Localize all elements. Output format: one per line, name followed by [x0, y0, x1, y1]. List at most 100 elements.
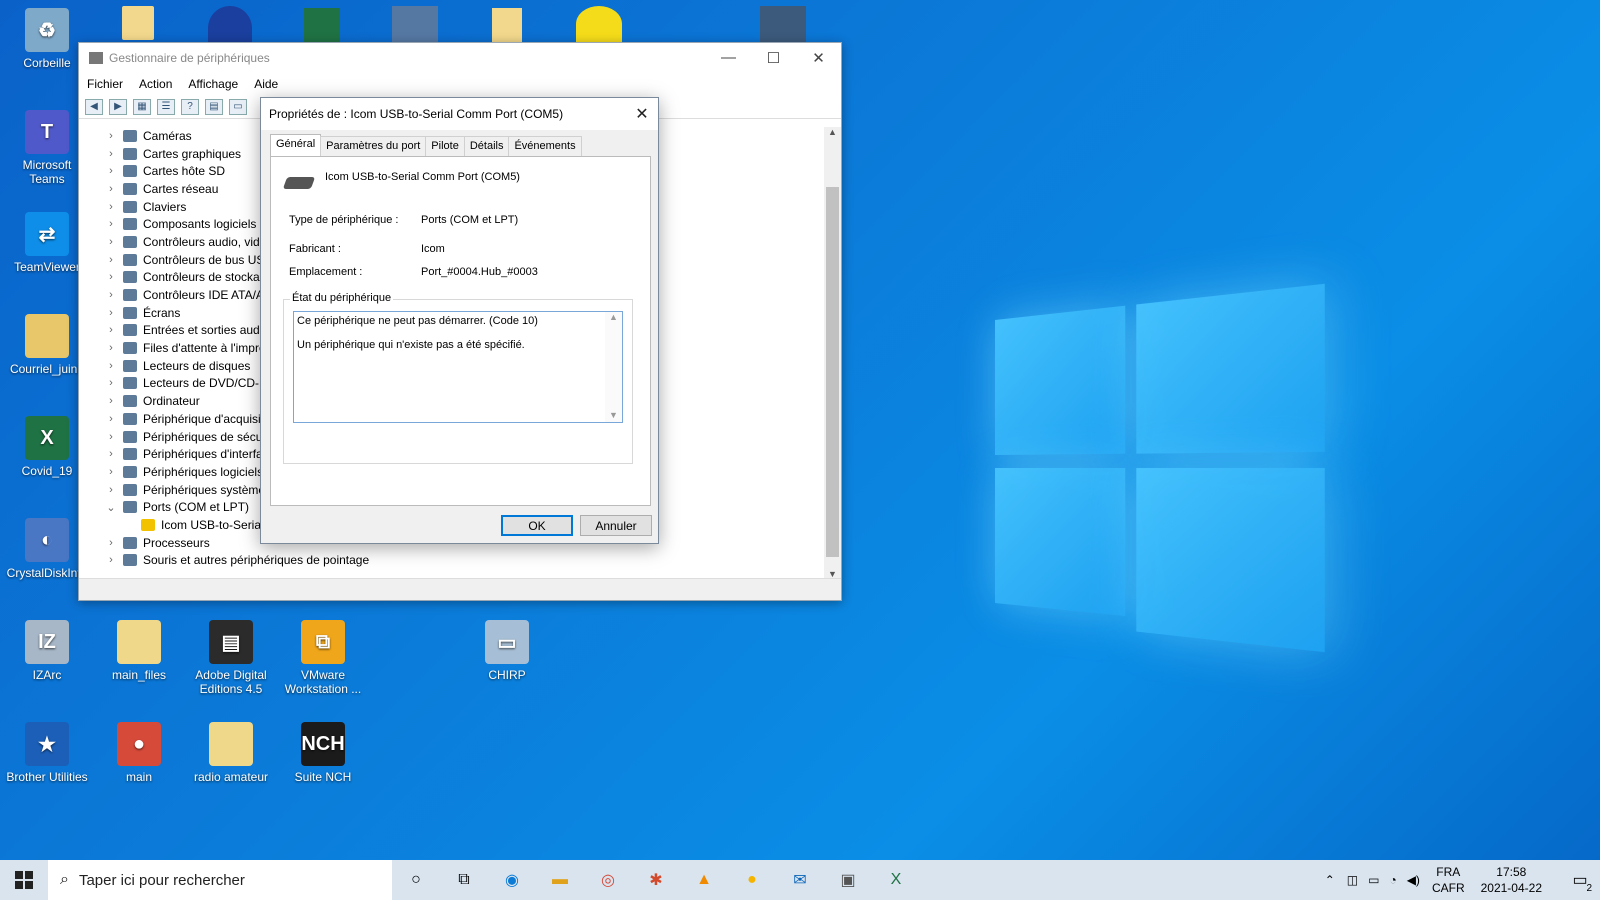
notification-count: 2 [1586, 883, 1592, 894]
desktop-icon-chrome-main[interactable]: ● main [96, 722, 182, 784]
chevron-right-icon[interactable]: › [103, 395, 119, 407]
crystaldiskinfo-icon: ◐ [25, 518, 69, 562]
chevron-right-icon[interactable]: › [103, 377, 119, 389]
device-manager-titlebar[interactable]: Gestionnaire de périphériques — ☐ ✕ [79, 43, 841, 73]
chevron-right-icon[interactable]: › [103, 130, 119, 142]
dialog-close-icon[interactable]: ✕ [626, 104, 658, 124]
location-value: Port_#0004.Hub_#0003 [421, 266, 538, 278]
notification-center[interactable]: ▭ 2 [1560, 870, 1600, 890]
chevron-right-icon[interactable]: › [103, 484, 119, 496]
menu-aide[interactable]: Aide [254, 77, 278, 91]
document-icon[interactable] [492, 8, 522, 42]
maximize-icon[interactable]: ☐ [751, 49, 796, 67]
chevron-right-icon[interactable]: › [103, 271, 119, 283]
tree-item-label: Périphériques d'interfa [143, 447, 263, 461]
vlc-icon[interactable]: ▲ [680, 860, 728, 900]
edge-icon[interactable]: ◉ [488, 860, 536, 900]
chevron-right-icon[interactable]: › [103, 554, 119, 566]
chevron-up-icon[interactable]: ⌃ [1325, 873, 1335, 887]
chevron-right-icon[interactable]: › [103, 289, 119, 301]
ok-button[interactable]: OK [501, 515, 573, 536]
view-icon[interactable]: ▤ [205, 99, 223, 115]
device-status-text[interactable]: Ce périphérique ne peut pas démarrer. (C… [293, 311, 623, 423]
chevron-right-icon[interactable]: › [103, 183, 119, 195]
weather-icon[interactable]: ● [728, 860, 776, 900]
desktop-icon-adobe-digital[interactable]: ▤ Adobe Digital Editions 4.5 [188, 620, 274, 696]
monitor-icon[interactable]: ▭ [229, 99, 247, 115]
device-category-icon [123, 165, 137, 177]
windows-logo-wallpaper [995, 284, 1325, 652]
battery-icon[interactable]: ▭ [1368, 873, 1379, 887]
network-icon[interactable]: ◔ [1389, 873, 1396, 887]
clock[interactable]: 17:58 2021-04-22 [1481, 864, 1542, 896]
scroll-up-icon[interactable]: ▲ [824, 127, 841, 137]
chevron-right-icon[interactable]: › [103, 324, 119, 336]
desktop-icon-folder-main-files[interactable]: main_files [96, 620, 182, 682]
printer-app-icon[interactable] [760, 6, 806, 42]
tree-scrollbar[interactable]: ▲ ▼ [824, 127, 841, 579]
folder-icon[interactable] [122, 6, 154, 40]
volume-icon[interactable]: ◀) [1407, 873, 1420, 887]
app-swirl-icon[interactable]: ✱ [632, 860, 680, 900]
excel-taskbar-icon[interactable]: X [872, 860, 920, 900]
desktop-icon-label: IZArc [4, 668, 90, 682]
yellow-app-icon[interactable] [576, 6, 622, 42]
close-icon[interactable]: ✕ [796, 49, 841, 67]
desktop-icon-folder-radio[interactable]: radio amateur [188, 722, 274, 784]
meet-icon[interactable]: ◫ [1347, 873, 1358, 887]
chevron-right-icon[interactable]: › [103, 307, 119, 319]
chevron-down-icon[interactable]: ⌄ [103, 501, 119, 514]
outlook-icon[interactable]: ✉ [776, 860, 824, 900]
chevron-right-icon[interactable]: › [103, 431, 119, 443]
chevron-right-icon[interactable]: › [103, 413, 119, 425]
tab-port-settings[interactable]: Paramètres du port [320, 136, 426, 156]
desktop-icon-chirp[interactable]: ▭ CHIRP [464, 620, 550, 682]
chevron-right-icon[interactable]: › [103, 360, 119, 372]
tab-driver[interactable]: Pilote [425, 136, 465, 156]
language-indicator[interactable]: FRA CAFR [1432, 864, 1465, 896]
desktop-icon-suite-nch[interactable]: NCH Suite NCH [280, 722, 366, 784]
desktop-icon-vmware[interactable]: ⧉ VMware Workstation ... [280, 620, 366, 696]
manufacturer-label: Fabricant : [289, 243, 341, 255]
task-view-icon[interactable]: ⧉ [440, 860, 488, 900]
desktop-icon-brother-utilities[interactable]: ★ Brother Utilities [4, 722, 90, 784]
cortana-icon[interactable]: ○ [392, 860, 440, 900]
menu-affichage[interactable]: Affichage [188, 77, 238, 91]
chevron-right-icon[interactable]: › [103, 218, 119, 230]
dialog-titlebar[interactable]: Propriétés de : Icom USB-to-Serial Comm … [261, 98, 658, 130]
chevron-right-icon[interactable]: › [103, 466, 119, 478]
device-category-icon [123, 324, 137, 336]
chevron-right-icon[interactable]: › [103, 201, 119, 213]
desktop-icon-izarc[interactable]: IZ IZArc [4, 620, 90, 682]
status-scrollbar[interactable]: ▲ ▼ [605, 312, 622, 422]
app-a-icon[interactable] [208, 6, 252, 42]
forward-arrow-icon[interactable]: ▶ [109, 99, 127, 115]
tab-events[interactable]: Événements [508, 136, 581, 156]
file-explorer-icon[interactable]: ▬ [536, 860, 584, 900]
chevron-right-icon[interactable]: › [103, 342, 119, 354]
help-icon[interactable]: ? [181, 99, 199, 115]
chevron-right-icon[interactable]: › [103, 165, 119, 177]
cancel-button[interactable]: Annuler [580, 515, 652, 536]
menu-fichier[interactable]: Fichier [87, 77, 123, 91]
video-icon[interactable] [392, 6, 438, 42]
chevron-right-icon[interactable]: › [103, 254, 119, 266]
excel-icon[interactable] [304, 8, 340, 42]
chrome-icon[interactable]: ◎ [584, 860, 632, 900]
scrollbar-thumb[interactable] [826, 187, 839, 557]
chevron-right-icon[interactable]: › [103, 537, 119, 549]
taskbar-search[interactable]: ⌕ Taper ici pour rechercher [48, 860, 392, 900]
tab-details[interactable]: Détails [464, 136, 510, 156]
back-arrow-icon[interactable]: ◀ [85, 99, 103, 115]
properties-icon[interactable]: ▦ [133, 99, 151, 115]
chevron-right-icon[interactable]: › [103, 236, 119, 248]
device-manager-taskbar-icon[interactable]: ▣ [824, 860, 872, 900]
chevron-right-icon[interactable]: › [103, 148, 119, 160]
tree-item[interactable]: › Souris et autres périphériques de point… [79, 552, 824, 570]
chevron-right-icon[interactable]: › [103, 448, 119, 460]
tab-general[interactable]: Général [270, 134, 321, 156]
minimize-icon[interactable]: — [706, 49, 751, 67]
start-button[interactable] [0, 860, 48, 900]
list-icon[interactable]: ☰ [157, 99, 175, 115]
menu-action[interactable]: Action [139, 77, 172, 91]
